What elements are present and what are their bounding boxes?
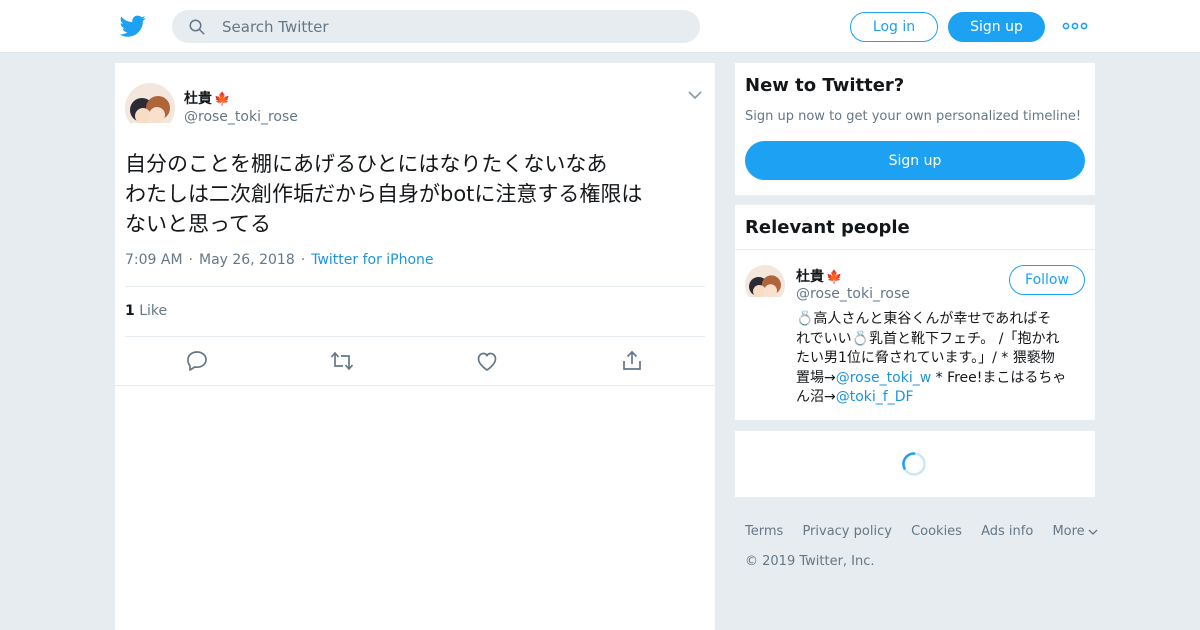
loading-card	[735, 431, 1095, 497]
maple-leaf-icon: 🍁	[826, 270, 843, 285]
bio-text: * Free!まこはるちゃ	[931, 369, 1067, 386]
person-name[interactable]: 杜貴 🍁	[796, 266, 842, 286]
separator-dot: ·	[188, 252, 193, 268]
new-to-twitter-card: New to Twitter? Sign up now to get your …	[735, 63, 1095, 195]
login-button[interactable]: Log in	[850, 12, 938, 42]
divider	[125, 286, 705, 287]
search-box[interactable]	[172, 10, 700, 43]
person-handle[interactable]: @rose_toki_rose	[796, 286, 910, 302]
twitter-bird-icon[interactable]	[120, 13, 146, 39]
copyright: © 2019 Twitter, Inc.	[745, 554, 875, 569]
display-name: 杜貴	[184, 91, 212, 107]
footer-link-ads-info[interactable]: Ads info	[981, 524, 1033, 539]
reply-icon[interactable]	[185, 350, 209, 372]
new-to-twitter-subtitle: Sign up now to get your own personalized…	[745, 109, 1082, 124]
separator-dot: ·	[300, 252, 306, 268]
tweet-date[interactable]: May 26, 2018	[199, 252, 295, 268]
bio-text: ん沼→	[796, 389, 836, 405]
tweet-card: 杜貴 🍁 @rose_toki_rose 自分のことを棚にあげるひとにはなりたくな…	[115, 63, 715, 630]
more-dots-icon[interactable]	[1062, 18, 1088, 34]
bio-text: 置場→	[796, 369, 836, 386]
chevron-down-icon	[1088, 529, 1098, 535]
avatar[interactable]	[125, 83, 175, 133]
follow-button[interactable]: Follow	[1009, 265, 1085, 295]
relevant-people-card: Relevant people 杜貴 🍁 @rose_toki_rose Foll…	[735, 205, 1095, 420]
tweet-text-line: わたしは二次創作垢だから自身がbotに注意する権限は	[125, 182, 643, 206]
tweet-author-handle[interactable]: @rose_toki_rose	[184, 109, 298, 125]
divider	[735, 249, 1095, 250]
person-bio: 💍高人さんと東谷くんが幸せであればそ れでいい💍乳首と靴下フェチ。 /「抱かれ …	[796, 310, 1088, 408]
mention-link[interactable]: @toki_f_DF	[836, 389, 914, 405]
footer-link-more[interactable]: More	[1052, 524, 1098, 539]
divider	[125, 336, 705, 337]
footer-link-cookies[interactable]: Cookies	[911, 524, 962, 539]
loading-spinner-icon	[902, 452, 926, 476]
new-to-twitter-title: New to Twitter?	[745, 75, 905, 96]
like-count-label: Like	[139, 303, 168, 319]
relevant-people-title: Relevant people	[745, 217, 910, 238]
tweet-text: 自分のことを棚にあげるひとにはなりたくないなあ わたしは二次創作垢だから自身がb…	[125, 149, 705, 239]
search-input[interactable]	[222, 10, 682, 43]
maple-leaf-icon: 🍁	[214, 92, 231, 107]
retweet-icon[interactable]	[330, 350, 354, 372]
tweet-metadata: 7:09 AM · May 26, 2018 · Twitter for iPhone	[125, 252, 434, 268]
avatar-image	[745, 265, 785, 305]
avatar[interactable]	[745, 265, 785, 305]
display-name: 杜貴	[796, 269, 824, 285]
sidebar-signup-button[interactable]: Sign up	[745, 141, 1085, 180]
signup-button[interactable]: Sign up	[948, 12, 1045, 42]
bio-line: たい男1位に脅されています。」/ * 猥褻物	[796, 350, 1055, 366]
like-count[interactable]: 1 Like	[125, 303, 167, 319]
bio-line: れでいい💍乳首と靴下フェチ。 /「抱かれ	[796, 330, 1060, 347]
like-count-number: 1	[125, 303, 135, 319]
divider	[115, 385, 715, 386]
share-icon[interactable]	[620, 350, 644, 372]
footer-link-terms[interactable]: Terms	[745, 524, 783, 539]
tweet-source-link[interactable]: Twitter for iPhone	[311, 252, 433, 268]
bio-line: 置場→@rose_toki_w * Free!まこはるちゃ	[796, 369, 1088, 389]
heart-icon[interactable]	[475, 350, 499, 372]
search-icon	[189, 19, 205, 35]
tweet-time[interactable]: 7:09 AM	[125, 252, 183, 268]
tweet-text-line: ないと思ってる	[125, 212, 271, 236]
mention-link[interactable]: @rose_toki_w	[836, 370, 931, 386]
chevron-down-icon[interactable]	[687, 87, 703, 103]
footer-more-label: More	[1052, 524, 1085, 539]
bio-line: 💍高人さんと東谷くんが幸せであればそ	[796, 311, 1052, 327]
footer-link-privacy[interactable]: Privacy policy	[802, 524, 891, 539]
top-navigation-bar: Log in Sign up	[0, 0, 1200, 53]
bio-line: ん沼→@toki_f_DF	[796, 388, 1088, 408]
tweet-author-name[interactable]: 杜貴 🍁	[184, 88, 230, 108]
tweet-text-line: 自分のことを棚にあげるひとにはなりたくないなあ	[125, 152, 608, 176]
footer-links: Terms Privacy policy Cookies Ads info Mo…	[745, 524, 1113, 539]
avatar-image	[125, 83, 175, 133]
